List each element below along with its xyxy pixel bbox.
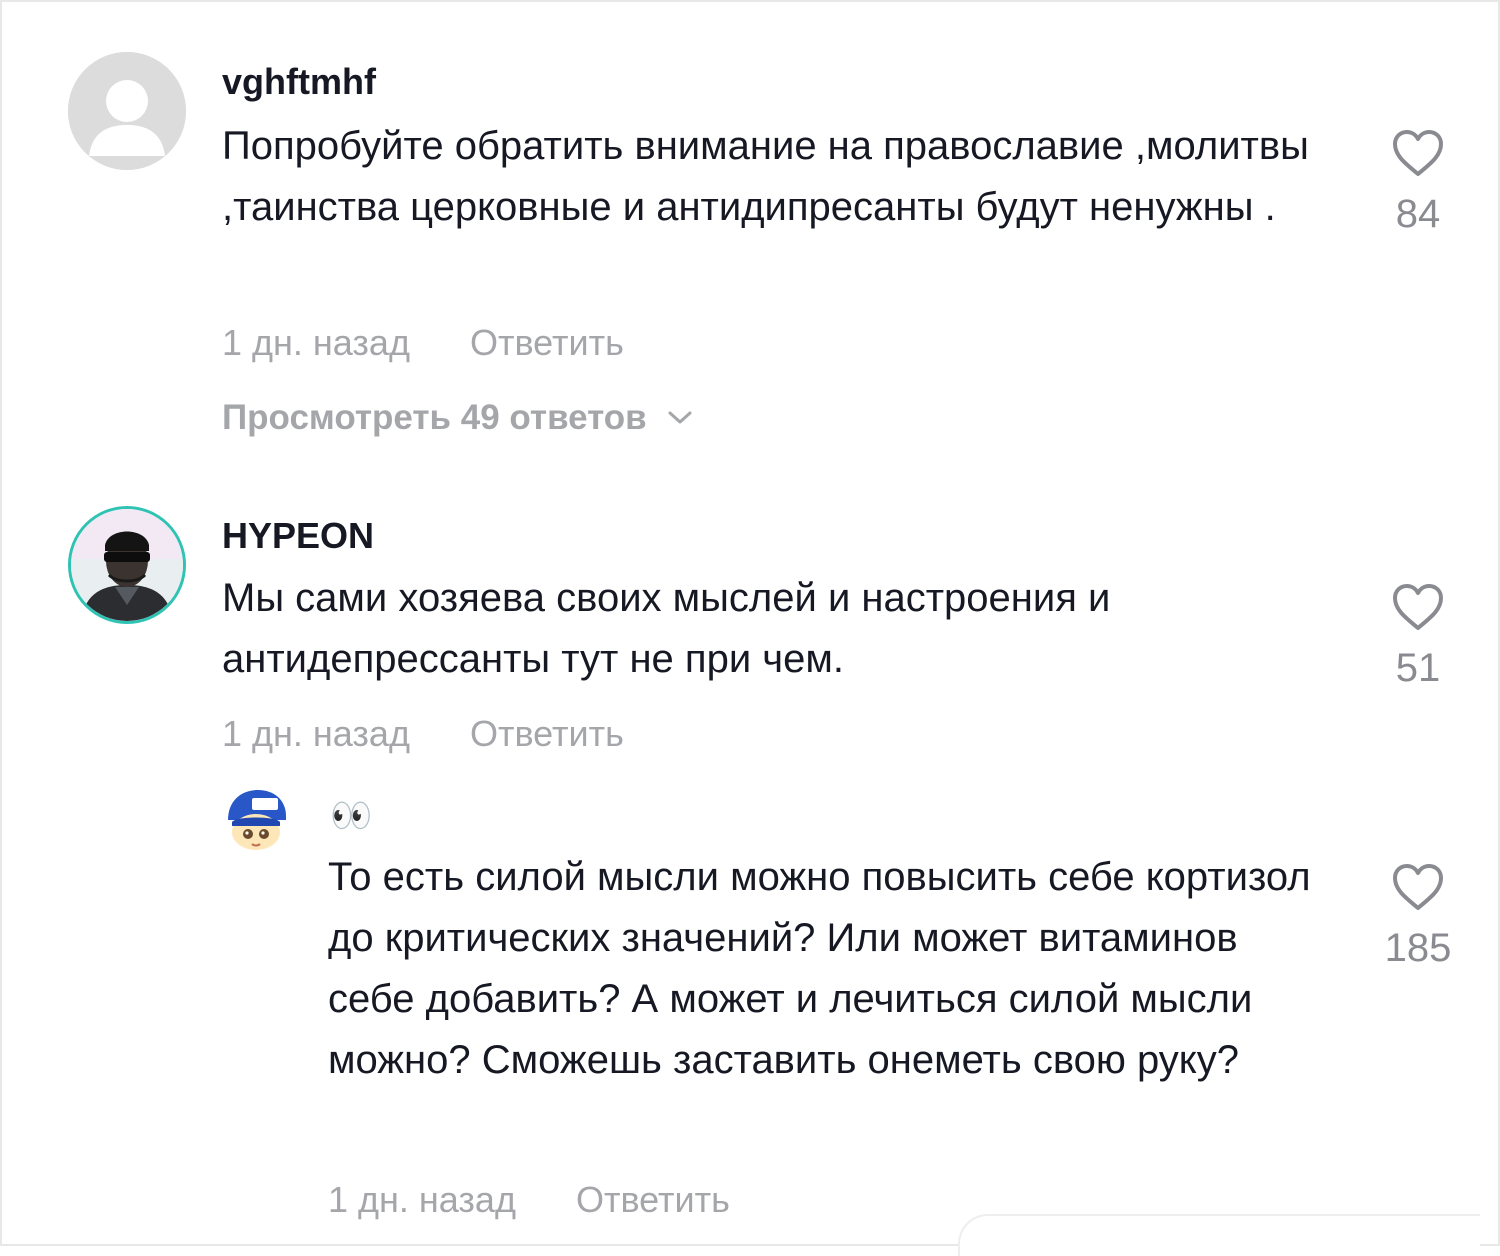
like-button[interactable]: 51 xyxy=(1368,582,1468,690)
reply-button[interactable]: Ответить xyxy=(576,1180,730,1220)
chevron-down-icon xyxy=(668,411,692,424)
like-count: 84 xyxy=(1395,192,1441,236)
cartoon-avatar xyxy=(222,786,290,854)
heart-outline-icon xyxy=(1393,130,1443,176)
comment-username[interactable]: HYPEON xyxy=(222,516,374,556)
default-avatar-icon xyxy=(68,52,186,170)
heart-outline-icon xyxy=(1393,864,1443,910)
comment-meta: 1 дн. назад Ответить xyxy=(328,1180,730,1220)
like-count: 51 xyxy=(1395,646,1441,690)
reply-button[interactable]: Ответить xyxy=(470,323,624,363)
comment-text: Мы сами хозяева своих мыслей и настроени… xyxy=(222,576,1111,681)
avatar[interactable] xyxy=(222,786,290,854)
avatar[interactable] xyxy=(68,52,186,170)
like-count: 185 xyxy=(1384,926,1452,970)
comment-text: Попробуйте обратить внимание на правосла… xyxy=(222,124,1309,229)
comment-meta: 1 дн. назад Ответить xyxy=(222,714,624,754)
comment-meta: 1 дн. назад Ответить xyxy=(222,323,624,363)
comment-timestamp: 1 дн. назад xyxy=(328,1179,516,1220)
view-replies-label: Просмотреть 49 ответов xyxy=(222,398,647,437)
reply-button[interactable]: Ответить xyxy=(470,714,624,754)
comment-timestamp: 1 дн. назад xyxy=(222,713,410,754)
avatar[interactable] xyxy=(68,506,186,624)
view-replies-button[interactable]: Просмотреть 49 ответов xyxy=(222,398,693,438)
like-button[interactable]: 84 xyxy=(1368,128,1468,236)
comment-text: То есть силой мысли можно повысить себе … xyxy=(328,855,1311,1082)
like-button[interactable]: 185 xyxy=(1368,862,1468,970)
comment-username[interactable]: vghftmhf xyxy=(222,62,376,102)
comment-username[interactable]: 👀 xyxy=(330,796,372,836)
profile-photo xyxy=(71,509,183,621)
heart-outline-icon xyxy=(1393,584,1443,630)
input-panel-edge xyxy=(958,1214,1480,1256)
comment-timestamp: 1 дн. назад xyxy=(222,322,410,363)
